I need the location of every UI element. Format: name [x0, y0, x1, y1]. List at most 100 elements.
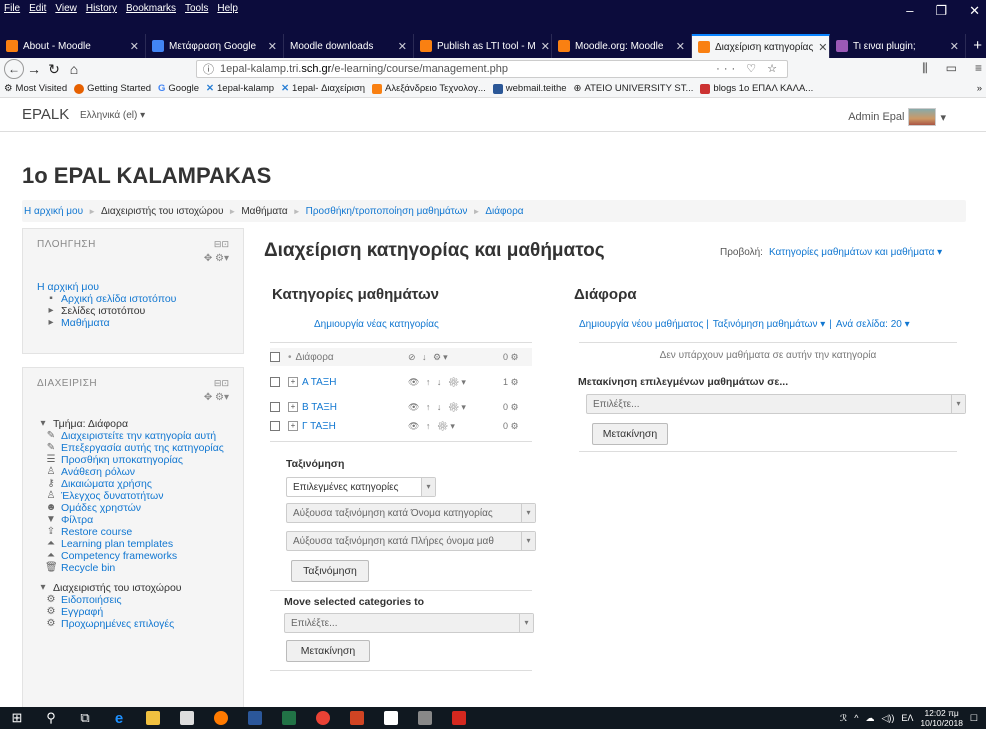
tab-moodle-downloads[interactable]: Moodle downloads ✕: [284, 34, 414, 58]
edge-icon[interactable]: e: [102, 707, 136, 729]
tab-plugin[interactable]: Τι ειναι plugin; ✕: [830, 34, 966, 58]
powerpoint-icon[interactable]: [340, 707, 374, 729]
new-tab-icon[interactable]: +: [973, 37, 982, 54]
block-actions-icon[interactable]: ✥ ⚙▾: [204, 392, 229, 403]
people-icon[interactable]: ℛ: [840, 713, 847, 724]
close-tab-icon[interactable]: ✕: [130, 40, 139, 53]
forward-icon[interactable]: →: [24, 61, 44, 77]
category-row[interactable]: + Β ΤΑΞΗ 👁 ↑ ↓ ⚙▾ 0 ⚙: [270, 398, 532, 416]
info-icon[interactable]: ⓘ: [203, 61, 214, 77]
back-icon[interactable]: ←: [4, 59, 24, 79]
clock[interactable]: 12:02 πμ 10/10/2018: [920, 708, 963, 728]
nav-site-pages[interactable]: Σελίδες ιστοτόπου: [61, 305, 145, 317]
move-courses-select[interactable]: Επιλέξτε... ▾: [586, 394, 966, 414]
word-icon[interactable]: [238, 707, 272, 729]
expand-icon[interactable]: +: [288, 402, 298, 412]
category-checkbox[interactable]: [270, 402, 280, 412]
category-row[interactable]: + Γ ΤΑΞΗ 👁 ↑ ⚙▾ 0 ⚙: [270, 417, 532, 435]
close-tab-icon[interactable]: ✕: [950, 40, 959, 53]
menu-history[interactable]: History: [86, 3, 117, 14]
expand-icon[interactable]: +: [288, 377, 298, 387]
notifications-icon[interactable]: ☐: [970, 713, 978, 724]
tab-about-moodle[interactable]: About - Moodle ✕: [0, 34, 146, 58]
app-icon[interactable]: [408, 707, 442, 729]
admin-add-subcategory[interactable]: Προσθήκη υποκατηγορίας: [61, 454, 183, 466]
create-course-link[interactable]: Δημιουργία νέου μαθήματος |: [579, 319, 709, 330]
close-window-icon[interactable]: ✕: [969, 3, 980, 19]
menu-edit[interactable]: Edit: [29, 3, 46, 14]
firefox-icon[interactable]: [204, 707, 238, 729]
caret-right-icon[interactable]: ▸: [45, 305, 57, 317]
move-courses-button[interactable]: Μετακίνηση: [592, 423, 668, 445]
store-icon[interactable]: [170, 707, 204, 729]
caret-down-icon[interactable]: ▾: [37, 418, 49, 430]
admin-registration[interactable]: Εγγραφή: [61, 606, 103, 618]
admin-filters[interactable]: Φίλτρα: [61, 514, 93, 526]
caret-right-icon[interactable]: ▸: [45, 317, 57, 329]
minimize-icon[interactable]: –: [906, 3, 913, 19]
move-categories-button[interactable]: Μετακίνηση: [286, 640, 370, 662]
close-tab-icon[interactable]: ✕: [268, 40, 277, 53]
admin-notifications[interactable]: Ειδοποιήσεις: [61, 594, 122, 606]
category-actions-icon[interactable]: ⊘ ↓ ⚙▾: [408, 352, 450, 363]
caret-down-icon[interactable]: ▾: [37, 582, 49, 594]
admin-assign-roles[interactable]: Ανάθεση ρόλων: [61, 466, 135, 478]
sort-courses-menu[interactable]: Ταξινόμηση μαθημάτων ▾: [713, 319, 826, 330]
category-row[interactable]: + Α ΤΑΞΗ 👁 ↑ ↓ ⚙▾ 1 ⚙: [270, 373, 532, 391]
category-actions-icon[interactable]: 👁 ↑ ⚙▾: [408, 421, 457, 432]
sort-scope-select[interactable]: Επιλεγμένες κατηγορίες ▾: [286, 477, 436, 497]
search-icon[interactable]: ⚲: [34, 707, 68, 729]
block-actions-icon[interactable]: ✥ ⚙▾: [204, 253, 229, 264]
page-actions-icon[interactable]: ··· ♡ ☆: [716, 62, 781, 75]
chevron-right-icon[interactable]: »: [977, 83, 982, 94]
hamburger-menu-icon[interactable]: ≡: [975, 61, 982, 76]
category-actions-icon[interactable]: 👁 ↑ ↓ ⚙▾: [408, 377, 468, 388]
block-dock-icon[interactable]: ⊟⊡: [214, 239, 229, 250]
category-checkbox[interactable]: [270, 377, 280, 387]
user-menu[interactable]: Admin Epal ▾: [848, 108, 946, 126]
breadcrumb-manage-courses[interactable]: Προσθήκη/τροποποίηση μαθημάτων: [306, 206, 468, 217]
block-dock-icon[interactable]: ⊟⊡: [214, 378, 229, 389]
close-tab-icon[interactable]: ✕: [541, 40, 550, 53]
tab-category-management[interactable]: Διαχείριση κατηγορίας ✕: [692, 34, 830, 58]
sort-button[interactable]: Ταξινόμηση: [291, 560, 369, 582]
restore-icon[interactable]: ❐: [935, 3, 947, 19]
tab-publish-lti[interactable]: Publish as LTI tool - M ✕: [414, 34, 552, 58]
input-language[interactable]: ΕΛ: [901, 713, 913, 723]
nav-courses[interactable]: Μαθήματα: [61, 317, 110, 329]
excel-icon[interactable]: [272, 707, 306, 729]
nav-site-home[interactable]: Αρχική σελίδα ιστοτόπου: [61, 293, 176, 305]
bookmark-blogs[interactable]: blogs 1o ΕΠΑΛ ΚΑΛΑ...: [700, 83, 813, 94]
nav-home[interactable]: Η αρχική μου: [37, 281, 176, 293]
admin-learning-plan-templates[interactable]: Learning plan templates: [61, 538, 173, 550]
task-view-icon[interactable]: ⧉: [68, 707, 102, 729]
tab-google-translate[interactable]: Μετάφραση Google ✕: [146, 34, 284, 58]
bookmark-ateio[interactable]: ⊕ ATEIO UNIVERSITY ST...: [574, 83, 694, 94]
menu-help[interactable]: Help: [217, 3, 238, 14]
menu-tools[interactable]: Tools: [185, 3, 208, 14]
admin-advanced-features[interactable]: Προχωρημένες επιλογές: [61, 618, 174, 630]
category-name[interactable]: Γ ΤΑΞΗ: [302, 421, 336, 432]
close-tab-icon[interactable]: ✕: [818, 41, 827, 54]
bookmark-getting-started[interactable]: Getting Started: [74, 83, 151, 94]
close-tab-icon[interactable]: ✕: [398, 40, 407, 53]
menu-view[interactable]: View: [55, 3, 77, 14]
admin-manage-category[interactable]: Διαχειριστείτε την κατηγορία αυτή: [61, 430, 216, 442]
category-name[interactable]: Α ΤΑΞΗ: [302, 377, 336, 388]
move-categories-select[interactable]: Επιλέξτε... ▾: [284, 613, 534, 633]
reload-icon[interactable]: ↻: [44, 61, 64, 78]
admin-section-category[interactable]: Τμήμα: Διάφορα: [53, 418, 128, 430]
acrobat-icon[interactable]: [442, 707, 476, 729]
windows-start-icon[interactable]: ⊞: [0, 707, 34, 729]
admin-section-site[interactable]: Διαχειριστής του ιστοχώρου: [53, 582, 182, 594]
menu-file[interactable]: File: [4, 3, 20, 14]
bookmark-most-visited[interactable]: ⚙ Most Visited: [4, 83, 67, 94]
tray-chevron-icon[interactable]: ^: [854, 713, 858, 723]
address-bar[interactable]: ⓘ 1epal-kalamp.tri. sch.gr/e-learning/cou…: [196, 60, 788, 78]
bookmark-alexandreio[interactable]: Αλεξάνδρειο Τεχνολογ...: [372, 83, 486, 94]
language-menu[interactable]: Ελληνικά (el) ▾: [80, 110, 145, 121]
network-icon[interactable]: ☁: [865, 713, 874, 724]
home-icon[interactable]: ⌂: [64, 61, 84, 77]
library-icon[interactable]: ⫼: [922, 61, 928, 76]
breadcrumb-category[interactable]: Διάφορα: [485, 206, 523, 217]
